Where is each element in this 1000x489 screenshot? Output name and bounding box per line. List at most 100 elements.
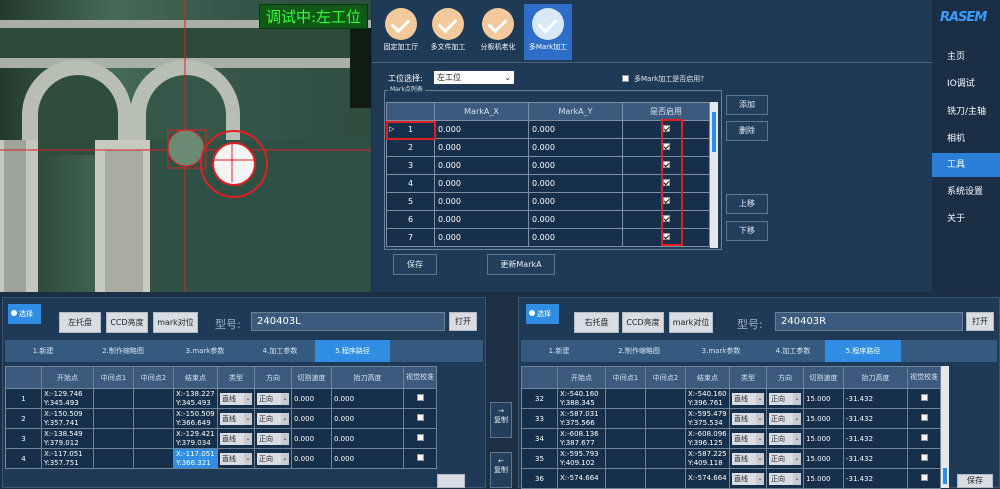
- marka-y-cell[interactable]: 0.000: [528, 174, 623, 193]
- vision-calib-checkbox[interactable]: [920, 474, 928, 481]
- path-row[interactable]: 34 X:-608.136 Y:387.677 X:-608.096 Y:396.125…: [521, 428, 941, 449]
- tab-process-params[interactable]: 4.加工参数: [761, 340, 825, 362]
- station-select[interactable]: 左工位 ⌄: [434, 71, 514, 84]
- type-select[interactable]: 直线 ⌄: [729, 388, 767, 409]
- end-point-cell[interactable]: X:-574.664: [685, 468, 730, 489]
- tab-new[interactable]: 1.新建: [5, 340, 81, 362]
- type-select[interactable]: 直线 ⌄: [217, 448, 255, 469]
- mid-point1-cell[interactable]: [93, 388, 134, 409]
- tab-program-path[interactable]: 5.程序路径: [825, 340, 901, 362]
- right-save-button[interactable]: 保存: [957, 474, 993, 488]
- direction-select[interactable]: 正向 ⌄: [254, 428, 292, 449]
- type-select[interactable]: 直线 ⌄: [729, 408, 767, 429]
- lift-height-cell[interactable]: -31.432: [843, 448, 908, 469]
- nav-item-camera[interactable]: 相机: [932, 127, 1000, 151]
- nav-item-settings[interactable]: 系统设置: [932, 180, 1000, 204]
- nav-item-tools[interactable]: 工具: [932, 153, 1000, 177]
- cut-speed-cell[interactable]: 0.000: [291, 408, 332, 429]
- mid-point1-cell[interactable]: [605, 448, 646, 469]
- delete-button[interactable]: 删除: [726, 121, 768, 141]
- vision-calib-checkbox[interactable]: [416, 394, 424, 401]
- end-point-cell[interactable]: X:-117.051 Y:366.321: [173, 448, 218, 469]
- direction-select[interactable]: 正向 ⌄: [766, 388, 804, 409]
- cut-speed-cell[interactable]: 15.000: [803, 408, 844, 429]
- mid-point2-cell[interactable]: [645, 428, 686, 449]
- path-row[interactable]: 3 X:-138.549 Y:379.012 X:-129.421 Y:379.034 直…: [5, 428, 437, 449]
- mid-point1-cell[interactable]: [605, 388, 646, 409]
- marka-x-cell[interactable]: 0.000: [434, 228, 529, 247]
- mid-point1-cell[interactable]: [93, 408, 134, 429]
- direction-select[interactable]: 正向 ⌄: [254, 408, 292, 429]
- mid-point2-cell[interactable]: [133, 428, 174, 449]
- lift-height-cell[interactable]: -31.432: [843, 468, 908, 489]
- type-select[interactable]: 直线 ⌄: [729, 468, 767, 489]
- mid-point2-cell[interactable]: [645, 448, 686, 469]
- type-select[interactable]: 直线 ⌄: [729, 448, 767, 469]
- marka-y-cell[interactable]: 0.000: [528, 156, 623, 175]
- end-point-cell[interactable]: X:-608.096 Y:396.125: [685, 428, 730, 449]
- vision-calib-checkbox[interactable]: [920, 434, 928, 441]
- right-table-scrollbar[interactable]: [941, 366, 949, 488]
- mid-point1-cell[interactable]: [605, 468, 646, 489]
- left-tray-button[interactable]: 左托盘: [59, 312, 101, 333]
- marka-y-cell[interactable]: 0.000: [528, 138, 623, 157]
- cut-speed-cell[interactable]: 0.000: [291, 448, 332, 469]
- move-up-button[interactable]: 上移: [726, 194, 768, 214]
- start-point-cell[interactable]: X:-608.136 Y:387.677: [557, 428, 606, 449]
- mid-point1-cell[interactable]: [605, 428, 646, 449]
- vision-calib-checkbox[interactable]: [920, 394, 928, 401]
- marka-x-cell[interactable]: 0.000: [434, 156, 529, 175]
- path-row[interactable]: 1 X:-129.746 Y:345.493 X:-138.227 Y:345.493 直…: [5, 388, 437, 409]
- tab-multi-file[interactable]: 多文件加工: [424, 4, 472, 60]
- marka-x-cell[interactable]: 0.000: [434, 174, 529, 193]
- nav-item-about[interactable]: 关于: [932, 207, 1000, 231]
- marka-y-cell[interactable]: 0.000: [528, 192, 623, 211]
- mark-table-scrollbar[interactable]: [710, 102, 718, 248]
- path-row[interactable]: 33 X:-587.031 Y:375.566 X:-595.479 Y:375.534…: [521, 408, 941, 429]
- start-point-cell[interactable]: X:-129.746 Y:345.493: [41, 388, 94, 409]
- end-point-cell[interactable]: X:-540.160 Y:396.761: [685, 388, 730, 409]
- move-down-button[interactable]: 下移: [726, 221, 768, 241]
- path-row[interactable]: 4 X:-117.051 Y:357.751 X:-117.051 Y:366.321 直…: [5, 448, 437, 469]
- model-input[interactable]: 240403L: [251, 312, 445, 331]
- start-point-cell[interactable]: X:-540.160 Y:388.345: [557, 388, 606, 409]
- vision-calib-checkbox[interactable]: [920, 454, 928, 461]
- direction-select[interactable]: 正向 ⌄: [766, 408, 804, 429]
- cut-speed-cell[interactable]: 15.000: [803, 448, 844, 469]
- start-point-cell[interactable]: X:-595.793 Y:409.102: [557, 448, 606, 469]
- tab-multi-mark[interactable]: 多Mark加工: [524, 4, 572, 60]
- nav-item-spindle[interactable]: 铣刀/主轴: [932, 100, 1000, 124]
- tab-mark-params[interactable]: 3.mark参数: [681, 340, 761, 362]
- marka-y-cell[interactable]: 0.000: [528, 210, 623, 229]
- marka-x-cell[interactable]: 0.000: [434, 192, 529, 211]
- direction-select[interactable]: 正向 ⌄: [254, 388, 292, 409]
- direction-select[interactable]: 正向 ⌄: [766, 428, 804, 449]
- start-point-cell[interactable]: X:-150.509 Y:357.741: [41, 408, 94, 429]
- mid-point2-cell[interactable]: [133, 448, 174, 469]
- cut-speed-cell[interactable]: 15.000: [803, 468, 844, 489]
- mid-point2-cell[interactable]: [645, 408, 686, 429]
- type-select[interactable]: 直线 ⌄: [729, 428, 767, 449]
- tab-thumbnail[interactable]: 2.制作缩略图: [597, 340, 681, 362]
- end-point-cell[interactable]: X:-138.227 Y:345.493: [173, 388, 218, 409]
- cut-speed-cell[interactable]: 0.000: [291, 388, 332, 409]
- mark-align-button[interactable]: mark对位: [153, 312, 198, 333]
- tab-new[interactable]: 1.新建: [521, 340, 597, 362]
- mid-point2-cell[interactable]: [133, 388, 174, 409]
- open-button[interactable]: 打开: [449, 312, 477, 331]
- tab-thumbnail[interactable]: 2.制作缩略图: [81, 340, 165, 362]
- copy-right-button[interactable]: → 复制: [490, 402, 512, 438]
- path-row[interactable]: 32 X:-540.160 Y:388.345 X:-540.160 Y:396.761…: [521, 388, 941, 409]
- nav-item-io[interactable]: IO调试: [932, 72, 1000, 96]
- marka-x-cell[interactable]: 0.000: [434, 138, 529, 157]
- start-point-cell[interactable]: X:-117.051 Y:357.751: [41, 448, 94, 469]
- type-select[interactable]: 直线 ⌄: [217, 408, 255, 429]
- nav-item-home[interactable]: 主页: [932, 45, 1000, 69]
- marka-y-cell[interactable]: 0.000: [528, 120, 623, 139]
- mid-point1-cell[interactable]: [93, 428, 134, 449]
- lift-height-cell[interactable]: 0.000: [331, 408, 404, 429]
- lift-height-cell[interactable]: -31.432: [843, 428, 908, 449]
- start-point-cell[interactable]: X:-574.664: [557, 468, 606, 489]
- vision-calib-checkbox[interactable]: [416, 414, 424, 421]
- save-button[interactable]: 保存: [393, 254, 437, 275]
